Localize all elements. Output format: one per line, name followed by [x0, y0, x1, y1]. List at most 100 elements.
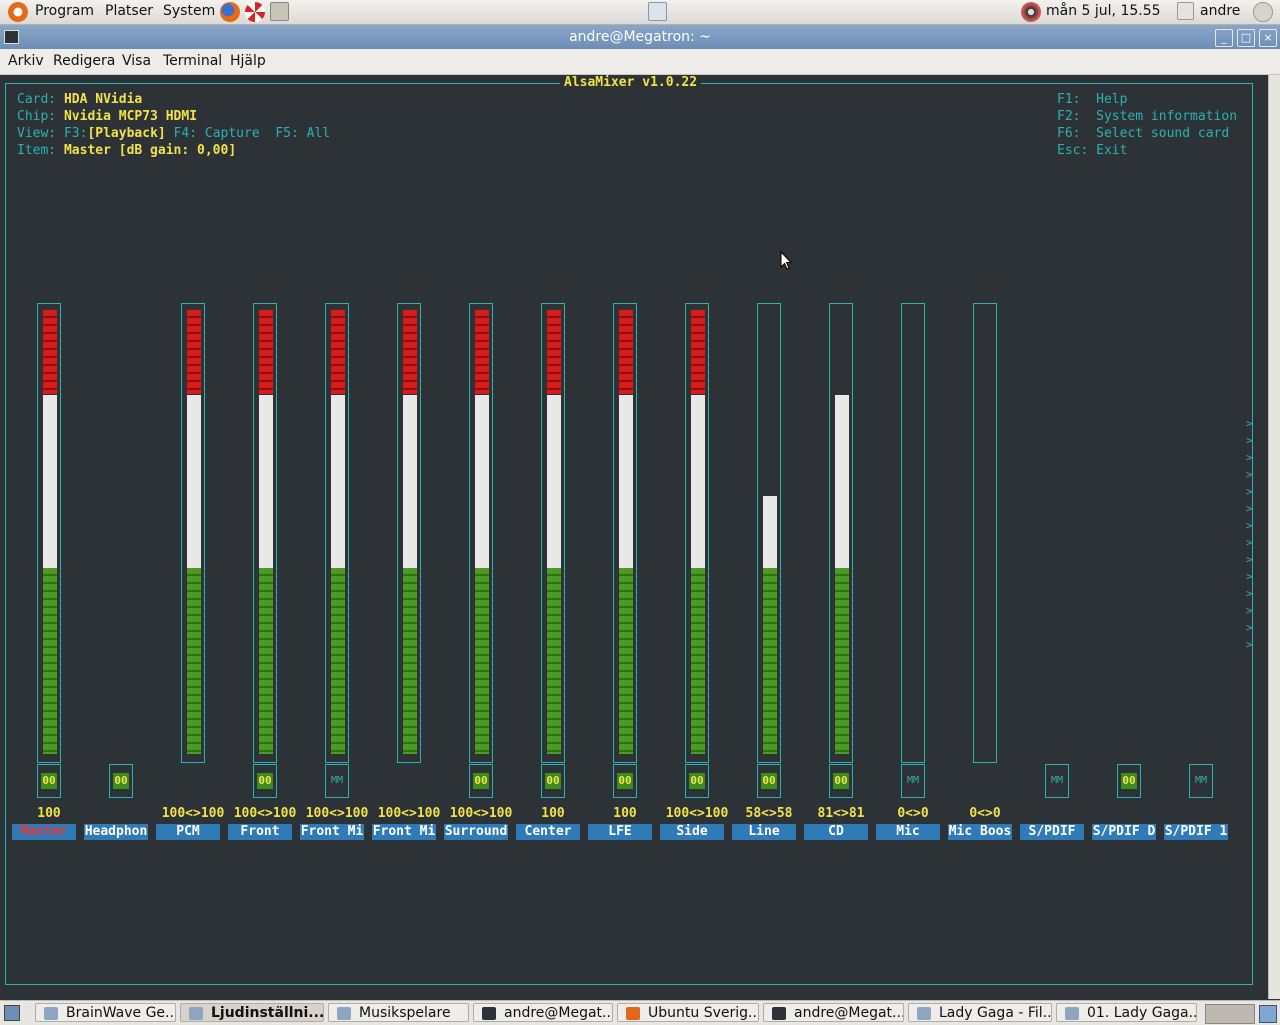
item-line: Item: Master [dB gain: 0,00] — [17, 143, 237, 158]
unmuted-toggle[interactable]: 00 — [469, 764, 493, 798]
taskbar-button[interactable]: Ubuntu Sverig... — [617, 1003, 759, 1022]
unmuted-toggle[interactable]: 00 — [1117, 764, 1141, 798]
workspace-switcher[interactable] — [1205, 1004, 1255, 1024]
volume-slider[interactable] — [613, 303, 637, 763]
unmuted-toggle[interactable]: 00 — [541, 764, 565, 798]
menu-arkiv[interactable]: Arkiv — [8, 53, 44, 69]
volume-slider[interactable] — [469, 303, 493, 763]
channel-name[interactable]: Front Mi — [300, 824, 364, 840]
volume-slider[interactable] — [325, 303, 349, 763]
unmuted-toggle[interactable]: 00 — [757, 764, 781, 798]
taskbar-button-label: Ubuntu Sverig... — [648, 1005, 759, 1021]
terminal-area[interactable]: AlsaMixer v1.0.22 Card: HDA NVidia Chip:… — [0, 75, 1268, 999]
volume-slider[interactable] — [973, 303, 997, 763]
mute-state-label: MM — [1194, 775, 1208, 786]
volume-slider[interactable] — [397, 303, 421, 763]
user-name[interactable]: andre — [1200, 3, 1240, 19]
menu-visa[interactable]: Visa — [122, 53, 151, 69]
channel-name[interactable]: Mic — [876, 824, 940, 840]
trash-icon[interactable] — [1259, 1005, 1277, 1023]
taskbar-button[interactable]: BrainWave Ge... — [35, 1003, 176, 1022]
volume-slider[interactable] — [37, 303, 61, 763]
channel-name[interactable]: Surround — [444, 824, 508, 840]
mouse-cursor-icon — [780, 251, 792, 270]
volume-level-fill — [331, 310, 345, 754]
close-button[interactable]: × — [1259, 29, 1277, 47]
unmuted-toggle[interactable]: 00 — [613, 764, 637, 798]
channel-name[interactable]: Front Mi — [372, 824, 436, 840]
channel-name[interactable]: Side — [660, 824, 724, 840]
channel-name[interactable]: S/PDIF 1 — [1164, 824, 1228, 840]
unmuted-toggle[interactable]: 00 — [253, 764, 277, 798]
user-icon — [1177, 2, 1194, 20]
channel-name[interactable]: Center — [516, 824, 580, 840]
maximize-button[interactable]: □ — [1237, 29, 1255, 47]
muted-toggle[interactable]: MM — [325, 764, 349, 798]
menu-redigera[interactable]: Redigera — [53, 53, 115, 69]
unmuted-toggle[interactable]: 00 — [37, 764, 61, 798]
menu-program[interactable]: Program — [35, 3, 94, 19]
taskbar-button[interactable]: andre@Megat... — [763, 1003, 904, 1022]
menu-terminal[interactable]: Terminal — [163, 53, 222, 69]
volume-slider[interactable] — [901, 303, 925, 763]
muted-toggle[interactable]: MM — [1045, 764, 1069, 798]
taskbar-button[interactable]: Ljudinställni... — [180, 1003, 324, 1022]
volume-level-segment — [763, 568, 777, 754]
help-lifebuoy-icon[interactable] — [245, 2, 265, 22]
muted-toggle[interactable]: MM — [1189, 764, 1213, 798]
unmuted-toggle[interactable]: 00 — [829, 764, 853, 798]
unmuted-toggle[interactable]: 00 — [685, 764, 709, 798]
volume-level-fill — [403, 310, 417, 754]
volume-level-segment — [547, 568, 561, 754]
home-folder-icon[interactable] — [270, 2, 289, 21]
channel-name[interactable]: Headphon — [84, 824, 148, 840]
volume-level-segment — [835, 568, 849, 754]
volume-slider[interactable] — [829, 303, 853, 763]
clock[interactable]: mån 5 jul, 15.55 — [1046, 3, 1161, 19]
mute-state-label: 00 — [41, 773, 57, 789]
taskbar-button[interactable]: Musikspelare — [328, 1003, 469, 1022]
taskbar-button[interactable]: 01. Lady Gaga... — [1056, 1003, 1197, 1022]
channel-name[interactable]: S/PDIF D — [1092, 824, 1156, 840]
volume-slider[interactable] — [685, 303, 709, 763]
volume-slider[interactable] — [757, 303, 781, 763]
unmuted-toggle[interactable]: 00 — [109, 764, 133, 798]
channel-name[interactable]: Mic Boos — [948, 824, 1012, 840]
channel-name[interactable]: CD — [804, 824, 868, 840]
show-desktop-icon[interactable] — [4, 1005, 20, 1021]
menu-hjalp[interactable]: Hjälp — [230, 53, 266, 69]
channel-name[interactable]: S/PDIF — [1020, 824, 1084, 840]
alsamixer-title: AlsaMixer v1.0.22 — [560, 75, 702, 90]
screenshot-tool-icon[interactable] — [648, 2, 667, 21]
volume-slider[interactable] — [181, 303, 205, 763]
channel-name[interactable]: Line — [732, 824, 796, 840]
mute-state-label: 00 — [545, 773, 561, 789]
view-playback[interactable]: [Playback] — [87, 126, 165, 141]
minimize-button[interactable]: _ — [1215, 29, 1233, 47]
terminal-scrollbar[interactable] — [1268, 75, 1280, 999]
volume-level-fill — [187, 310, 201, 754]
view-capture[interactable]: F4: Capture — [174, 126, 260, 141]
menu-system[interactable]: System — [163, 3, 215, 19]
channel-name[interactable]: PCM — [156, 824, 220, 840]
volume-level-segment — [331, 310, 345, 394]
volume-icon[interactable] — [1021, 2, 1041, 22]
volume-slider[interactable] — [541, 303, 565, 763]
muted-toggle[interactable]: MM — [901, 764, 925, 798]
channel-name[interactable]: Front — [228, 824, 292, 840]
more-channels-arrows: > > > > > > > > > > > > > > — [1246, 417, 1253, 651]
taskbar-button[interactable]: andre@Megat... — [473, 1003, 613, 1022]
volume-level-segment — [403, 568, 417, 754]
window-titlebar[interactable]: andre@Megatron: ~ _ □ × — [0, 25, 1280, 49]
volume-slider[interactable] — [253, 303, 277, 763]
taskbar-button[interactable]: Lady Gaga - Fil... — [908, 1003, 1052, 1022]
channel-name[interactable]: Master — [12, 824, 76, 840]
menu-platser[interactable]: Platser — [105, 3, 153, 19]
file-manager-icon — [917, 1007, 931, 1020]
channel-name[interactable]: LFE — [588, 824, 652, 840]
firefox-icon[interactable] — [220, 2, 240, 22]
power-icon[interactable] — [1253, 2, 1273, 22]
view-all[interactable]: F5: All — [275, 126, 330, 141]
volume-level-segment — [403, 395, 417, 568]
ubuntu-logo-icon[interactable] — [8, 2, 28, 22]
